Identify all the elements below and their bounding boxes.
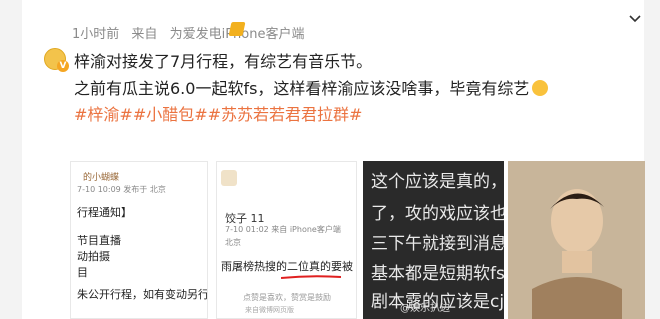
post-meta: 1小时前 来自 为爱发电iPhone客户端	[72, 23, 312, 42]
red-underline-mark	[281, 275, 341, 279]
left-border	[0, 0, 22, 319]
member-badge-icon	[228, 22, 246, 36]
thumb-dark-text-line: 了，攻的戏应该也	[371, 204, 504, 224]
chevron-down-icon[interactable]	[628, 12, 642, 26]
thumb-author: 的小蝴蝶	[83, 173, 120, 183]
image-thumbnail-3[interactable]: 这个应该是真的， 了，攻的戏应该也 三下午就接到消息 基本都是短期软fs， 剧本…	[363, 161, 504, 319]
avatar[interactable]	[44, 48, 69, 72]
image-thumbnail-2[interactable]: 饺子 11 7-10 01:02 来自 iPhone客户端 北京 雨屠榜热搜的二…	[216, 161, 357, 319]
thumb-dark-text-line: 三下午就接到消息	[371, 234, 504, 254]
thumb-tag-icon	[221, 170, 237, 186]
thumb-body-text: 雨屠榜热搜的二位真的要被	[221, 260, 353, 273]
thumb-dark-text-line: 这个应该是真的，	[371, 172, 504, 192]
hashtag-list[interactable]: #梓渝##小醋包##苏苏若若君君拉群#	[74, 101, 362, 125]
post-text-line-1: 梓渝对接发了7月行程，有综艺有音乐节。	[74, 52, 373, 71]
thumb-text-line: 节目直播	[77, 234, 121, 247]
thumb-text-line: 动拍摄	[77, 250, 110, 263]
thumb-subtitle: 7-10 10:09 发布于 北京	[77, 185, 166, 194]
post-from: 来自	[131, 27, 158, 42]
thumb-footer-2: 来自微博网页版	[245, 306, 294, 314]
watermark-text: @娱乐扒边	[400, 303, 450, 314]
thumb-text-line: 行程通知】	[77, 206, 132, 219]
thumb-subtitle: 7-10 01:02 来自 iPhone客户端	[225, 225, 341, 234]
image-thumbnail-4[interactable]	[508, 161, 645, 319]
thumb-footer: 点赞是喜欢，赞赏是鼓励	[243, 293, 331, 302]
thinking-face-icon	[532, 80, 549, 96]
right-border	[644, 0, 660, 319]
portrait-photo	[532, 179, 622, 319]
image-thumbnail-1[interactable]: 的小蝴蝶 7-10 10:09 发布于 北京 行程通知】 节目直播 动拍摄 目 …	[70, 161, 208, 319]
thumb-text-line: 目	[77, 266, 88, 279]
thumb-text-line: 朱公开行程，如有变动另行通知！	[77, 288, 208, 301]
post-text-line-2: 之前有瓜主说6.0一起软fs，这样看梓渝应该没啥事，毕竟有综艺	[74, 75, 549, 99]
post-text-line-2-content: 之前有瓜主说6.0一起软fs，这样看梓渝应该没啥事，毕竟有综艺	[74, 79, 530, 98]
thumb-location: 北京	[225, 238, 241, 247]
thumb-dark-text-line: 基本都是短期软fs，	[371, 264, 504, 284]
post-time: 1小时前	[72, 27, 120, 42]
